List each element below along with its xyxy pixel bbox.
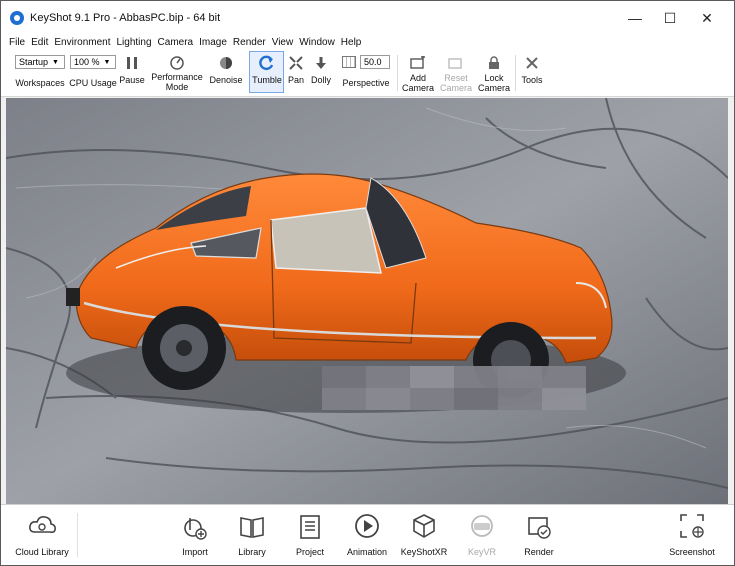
field-of-view-value: 50.0 [364,57,382,67]
reset-camera-label-1: Reset [444,73,468,83]
performance-mode-icon [167,54,187,72]
menu-camera[interactable]: Camera [158,37,194,48]
lock-camera-label-2: Camera [477,83,510,93]
field-of-view-icon [342,56,356,68]
render-viewport[interactable] [6,98,728,504]
pan-button[interactable]: Pan [285,49,307,97]
field-of-view-input[interactable]: 50.0 [360,55,390,69]
lock-camera-icon [484,54,504,72]
screenshot-label: Screenshot [669,547,715,557]
lock-camera-label-1: Lock [484,73,504,83]
tumble-button[interactable]: Tumble [250,49,284,97]
menu-environment[interactable]: Environment [54,37,110,48]
tools-label: Tools [521,75,543,85]
reset-camera-button[interactable]: Reset Camera [438,49,474,97]
project-label: Project [295,547,324,557]
denoise-icon [216,54,236,72]
ribbon-toolbar: Startup ▼ Workspaces 100 % ▼ CPU Usage Pau… [1,49,734,97]
tools-button[interactable]: Tools [518,49,546,97]
maximize-icon: ☐ [663,9,677,26]
window-title: KeyShot 9.1 Pro - AbbasPC.bip - 64 bit [30,12,221,24]
lock-camera-button[interactable]: Lock Camera [476,49,512,97]
menu-view[interactable]: View [272,37,294,48]
dolly-label: Dolly [310,75,331,85]
menu-image[interactable]: Image [199,37,227,48]
workspaces-control: Startup ▼ Workspaces [13,49,67,97]
cpu-usage-select[interactable]: 100 % ▼ [70,55,116,69]
bottom-separator [77,513,78,557]
cloud-library-button[interactable]: Cloud Library [7,511,77,557]
library-icon [237,511,267,541]
menu-window[interactable]: Window [299,37,335,48]
reset-camera-icon [446,54,466,72]
tumble-label: Tumble [252,75,282,85]
dolly-button[interactable]: Dolly [308,49,334,97]
workspaces-value: Startup [19,57,49,67]
denoise-button[interactable]: Denoise [206,49,246,97]
title-bar: KeyShot 9.1 Pro - AbbasPC.bip - 64 bit —… [1,1,734,35]
menu-file[interactable]: File [9,37,25,48]
add-camera-icon [408,54,428,72]
cpu-usage-label: CPU Usage [69,78,117,88]
keyshotxr-label: KeyShotXR [400,547,448,557]
cpu-usage-control: 100 % ▼ CPU Usage [69,49,117,97]
reset-camera-label-2: Camera [439,83,472,93]
keyshot-window: KeyShot 9.1 Pro - AbbasPC.bip - 64 bit —… [0,0,735,566]
tools-icon [522,54,542,72]
menu-bar: File Edit Environment Lighting Camera Im… [1,35,734,49]
pause-button[interactable]: Pause [117,49,147,97]
close-icon: ✕ [701,9,713,26]
project-icon [295,511,325,541]
chevron-down-icon: ▼ [103,58,111,66]
maximize-button[interactable]: ☐ [652,1,688,35]
keyvr-icon [467,511,497,541]
performance-label-2: Mode [165,82,189,92]
keyshot-app-icon [10,11,24,25]
workspaces-select[interactable]: Startup ▼ [15,55,65,69]
cloud-library-label: Cloud Library [15,547,69,557]
perspective-label[interactable]: Perspective [342,78,389,88]
animation-label: Animation [346,547,388,557]
import-icon [180,511,210,541]
tumble-icon [257,54,277,72]
menu-edit[interactable]: Edit [31,37,48,48]
close-button[interactable]: ✕ [689,1,725,35]
add-camera-label-2: Camera [401,83,434,93]
keyvr-label: KeyVR [467,547,496,557]
denoise-label: Denoise [209,75,243,85]
pan-icon [286,54,306,72]
car-render-image [6,98,728,504]
toolbar-separator [515,55,516,91]
render-button[interactable]: Render [504,511,574,557]
pause-icon [122,54,142,72]
dolly-icon [311,54,331,72]
render-label: Render [524,547,554,557]
pause-label: Pause [119,75,145,85]
screenshot-icon [677,511,707,541]
chevron-down-icon: ▼ [52,58,59,66]
cloud-library-icon [27,511,57,541]
bottom-toolbar: Cloud Library Import Library Project Ani… [1,504,734,565]
screenshot-button[interactable]: Screenshot [657,511,727,557]
animation-icon [352,511,382,541]
menu-lighting[interactable]: Lighting [117,37,152,48]
perspective-control: 50.0 Perspective [338,49,394,97]
add-camera-button[interactable]: Add Camera [400,49,436,97]
menu-help[interactable]: Help [341,37,362,48]
menu-render[interactable]: Render [233,37,266,48]
toolbar-separator [397,55,398,91]
performance-label-1: Performance [151,72,203,82]
workspaces-label: Workspaces [15,78,65,88]
performance-mode-button[interactable]: Performance Mode [150,49,204,97]
keyshotxr-icon [409,511,439,541]
import-label: Import [182,547,208,557]
pan-label: Pan [287,75,304,85]
render-icon [524,511,554,541]
library-label: Library [238,547,266,557]
add-camera-label-1: Add [409,73,426,83]
minimize-icon: — [628,10,642,26]
cpu-usage-value: 100 % [74,57,100,67]
minimize-button[interactable]: — [617,1,653,35]
